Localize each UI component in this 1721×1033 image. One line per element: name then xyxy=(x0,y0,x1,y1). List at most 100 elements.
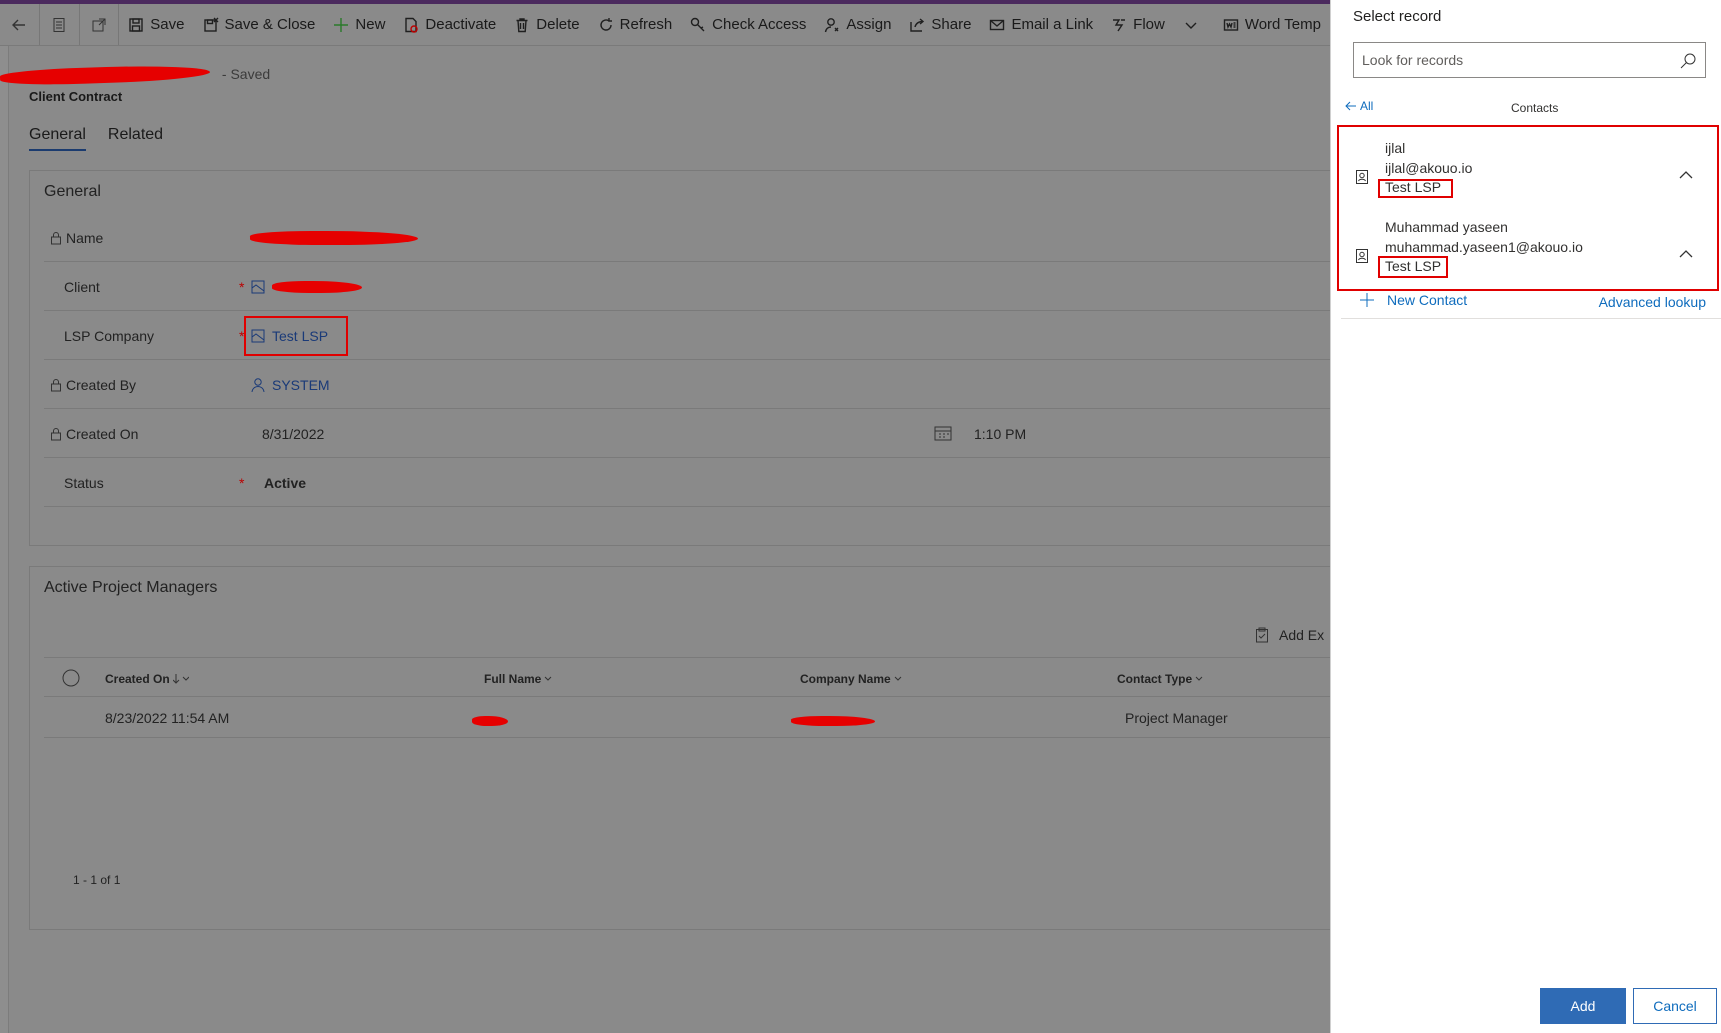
name-value[interactable] xyxy=(250,230,418,245)
column-header-label: Full Name xyxy=(484,672,542,686)
form-selector-button[interactable] xyxy=(40,4,80,45)
cancel-button[interactable]: Cancel xyxy=(1633,988,1717,1024)
cell-company-name[interactable] xyxy=(791,712,875,728)
command-bar: Save Save & Close New Deactivate Delete … xyxy=(0,4,1330,46)
save-close-label: Save & Close xyxy=(224,16,316,33)
tab-general[interactable]: General xyxy=(29,126,86,151)
open-new-window-button[interactable] xyxy=(80,4,120,45)
assign-label: Assign xyxy=(846,16,892,33)
flow-button[interactable]: Flow xyxy=(1102,4,1208,45)
redaction-mark xyxy=(250,230,418,245)
share-button[interactable]: Share xyxy=(900,4,980,45)
save-close-button[interactable]: Save & Close xyxy=(194,4,325,45)
delete-button[interactable]: Delete xyxy=(505,4,588,45)
lookup-panel: Select record Look for records All Conta… xyxy=(1330,0,1721,1033)
entity-name: Client Contract xyxy=(29,89,123,104)
status-value[interactable]: Active xyxy=(264,475,306,491)
highlight-box xyxy=(1378,256,1448,278)
contact-card-icon xyxy=(1356,249,1368,263)
back-to-all-link[interactable]: All xyxy=(1345,99,1373,113)
arrow-left-icon xyxy=(1345,101,1356,111)
pagination-info: 1 - 1 of 1 xyxy=(73,873,121,887)
arrow-left-icon xyxy=(12,19,26,30)
share-label: Share xyxy=(931,16,972,33)
created-on-date[interactable]: 8/31/2022 xyxy=(262,426,324,442)
deactivate-button[interactable]: Deactivate xyxy=(394,4,505,45)
result-email: ijlal@akouo.io xyxy=(1385,160,1473,176)
created-by-link[interactable]: SYSTEM xyxy=(272,377,330,393)
save-label: Save xyxy=(150,16,185,33)
calendar-icon[interactable] xyxy=(934,425,952,441)
sort-desc-icon xyxy=(172,674,189,684)
name-label: Name xyxy=(50,230,103,246)
table-row[interactable]: 8/23/2022 11:54 AM Project Manager xyxy=(44,698,1364,738)
form-tabs: General Related xyxy=(29,126,163,151)
new-label: New xyxy=(355,16,386,33)
lock-icon xyxy=(51,427,61,440)
column-header-company-name[interactable]: Company Name xyxy=(800,672,902,686)
name-label-text: Name xyxy=(66,229,104,246)
field-row-name: Name xyxy=(44,214,1364,262)
tab-related[interactable]: Related xyxy=(108,126,163,151)
field-row-created-by: Created By SYSTEM xyxy=(44,361,1364,409)
deactivate-icon xyxy=(405,17,419,33)
client-label: Client xyxy=(64,278,100,295)
chevron-down-icon xyxy=(894,676,902,681)
lock-icon xyxy=(51,378,61,391)
select-all-checkbox[interactable] xyxy=(62,669,80,687)
save-button[interactable]: Save xyxy=(119,4,193,45)
required-indicator: * xyxy=(239,278,245,295)
assign-button[interactable]: Assign xyxy=(815,4,900,45)
add-button[interactable]: Add xyxy=(1540,988,1626,1024)
field-row-created-on: Created On 8/31/2022 1:10 PM xyxy=(44,410,1364,458)
plus-icon xyxy=(334,17,349,32)
add-existing-button[interactable]: Add Ex xyxy=(1255,627,1324,643)
result-email: muhammad.yaseen1@akouo.io xyxy=(1385,239,1583,255)
word-templates-button[interactable]: Word Temp xyxy=(1214,4,1330,45)
column-header-full-name[interactable]: Full Name xyxy=(484,672,552,686)
field-row-client: Client * xyxy=(44,263,1364,311)
site-map-edge xyxy=(0,46,9,1033)
record-title: - Saved xyxy=(0,63,271,87)
created-by-label-text: Created By xyxy=(66,376,137,393)
refresh-label: Refresh xyxy=(619,16,673,33)
lookup-result-item[interactable]: ijlal ijlal@akouo.io Test LSP xyxy=(1337,132,1718,212)
lookup-search-input[interactable]: Look for records xyxy=(1353,42,1706,78)
lookup-search-placeholder: Look for records xyxy=(1362,52,1464,68)
created-on-time[interactable]: 1:10 PM xyxy=(974,426,1026,442)
cell-full-name[interactable] xyxy=(472,712,508,728)
field-row-lsp-company: LSP Company * Test LSP xyxy=(44,312,1364,360)
new-contact-button[interactable]: New Contact xyxy=(1359,292,1467,308)
check-access-label: Check Access xyxy=(712,16,807,33)
created-by-value[interactable]: SYSTEM xyxy=(250,377,330,393)
refresh-button[interactable]: Refresh xyxy=(589,4,682,45)
redaction-mark xyxy=(472,716,508,727)
form-icon xyxy=(53,17,65,32)
mail-icon xyxy=(990,19,1005,30)
email-link-label: Email a Link xyxy=(1011,16,1094,33)
divider xyxy=(1341,318,1721,319)
redaction-mark xyxy=(0,63,211,87)
entity-filter-label: Contacts xyxy=(1511,101,1559,115)
person-icon xyxy=(825,17,839,32)
column-header-contact-type[interactable]: Contact Type xyxy=(1117,672,1203,686)
highlight-box xyxy=(1378,179,1453,198)
advanced-lookup-link[interactable]: Advanced lookup xyxy=(1599,294,1706,310)
back-button[interactable] xyxy=(0,4,40,45)
chevron-up-icon[interactable] xyxy=(1678,249,1694,259)
add-existing-label: Add Ex xyxy=(1279,627,1325,643)
new-button[interactable]: New xyxy=(324,4,394,45)
chevron-up-icon[interactable] xyxy=(1678,170,1694,180)
check-access-button[interactable]: Check Access xyxy=(681,4,815,45)
search-icon[interactable] xyxy=(1679,52,1697,70)
new-contact-label: New Contact xyxy=(1387,292,1468,308)
flow-icon xyxy=(1113,18,1126,31)
column-header-created-on[interactable]: Created On xyxy=(105,672,189,686)
client-value[interactable] xyxy=(250,279,362,295)
created-on-label-text: Created On xyxy=(66,425,139,442)
save-status: - Saved xyxy=(221,66,271,82)
key-icon xyxy=(690,17,705,31)
highlight-box xyxy=(244,316,348,356)
email-link-button[interactable]: Email a Link xyxy=(980,4,1102,45)
lookup-result-item[interactable]: Muhammad yaseen muhammad.yaseen1@akouo.i… xyxy=(1337,211,1718,291)
